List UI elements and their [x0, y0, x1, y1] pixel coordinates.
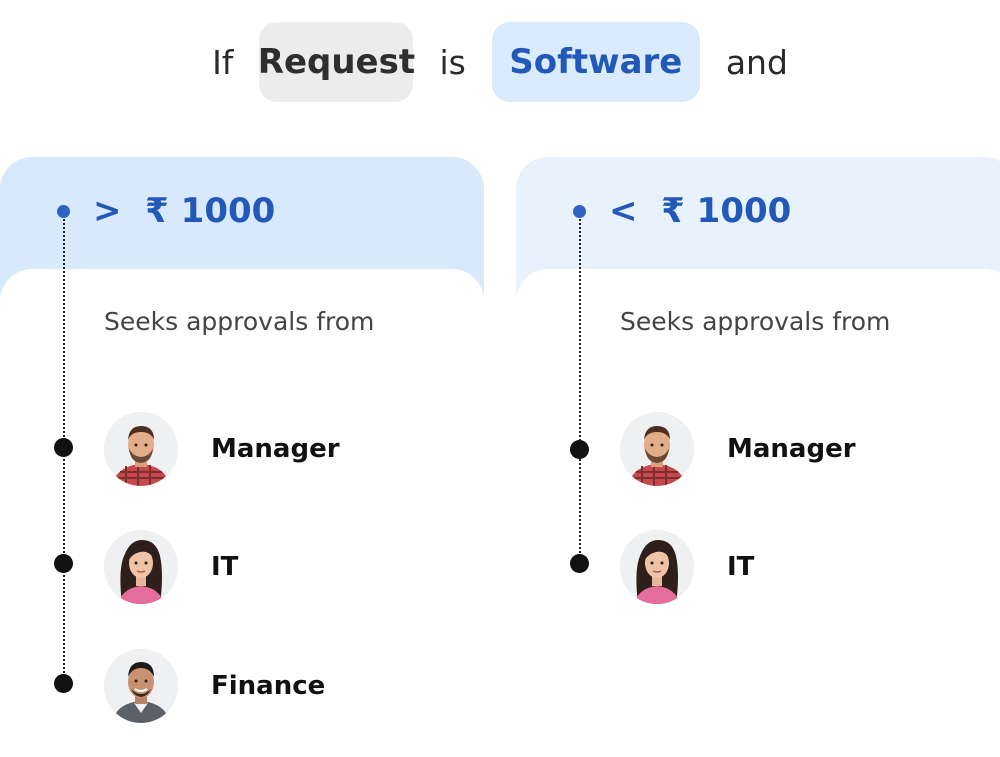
rule-card-above: > ₹ 1000 Seeks approvals from Manager IT… [0, 157, 484, 757]
condition-prefix: If [212, 42, 234, 82]
rule-card-below: < ₹ 1000 Seeks approvals from Manager IT [516, 157, 1000, 757]
condition-operator: is [439, 42, 466, 82]
timeline-dot [570, 440, 589, 459]
approver-label: IT [211, 552, 239, 582]
approvals-subtitle: Seeks approvals from [620, 307, 891, 336]
approver-label: Finance [211, 671, 326, 701]
man-beard-avatar [104, 412, 178, 486]
timeline-dot [54, 554, 73, 573]
approver-label: IT [727, 552, 755, 582]
rule-card-body: Seeks approvals from Manager [516, 269, 1000, 757]
approver-label: Manager [211, 434, 340, 464]
approver-row: Manager [620, 412, 980, 486]
condition-sentence: If Request is Software and [0, 22, 1000, 102]
approver-row: Finance [104, 649, 464, 723]
approver-row: IT [104, 530, 464, 604]
timeline-start-dot [57, 205, 70, 218]
approvals-subtitle: Seeks approvals from [104, 307, 375, 336]
condition-field-chip[interactable]: Request [258, 22, 415, 102]
rule-card-header: < ₹ 1000 [516, 157, 1000, 269]
threshold-label: > ₹ 1000 [93, 191, 276, 231]
condition-suffix: and [725, 42, 788, 82]
condition-value-chip[interactable]: Software [491, 22, 700, 102]
timeline-dot [54, 674, 73, 693]
threshold-label: < ₹ 1000 [609, 191, 792, 231]
timeline-dot [570, 554, 589, 573]
timeline-dot [54, 438, 73, 457]
woman-long-hair-avatar [620, 530, 694, 604]
woman-long-hair-avatar [104, 530, 178, 604]
approver-row: Manager [104, 412, 464, 486]
timeline-dotted-line [579, 212, 581, 564]
timeline-start-dot [573, 205, 586, 218]
rule-card-header: > ₹ 1000 [0, 157, 484, 269]
approver-label: Manager [727, 434, 856, 464]
man-beard-avatar [620, 412, 694, 486]
approver-row: IT [620, 530, 980, 604]
man-smiling-avatar [104, 649, 178, 723]
